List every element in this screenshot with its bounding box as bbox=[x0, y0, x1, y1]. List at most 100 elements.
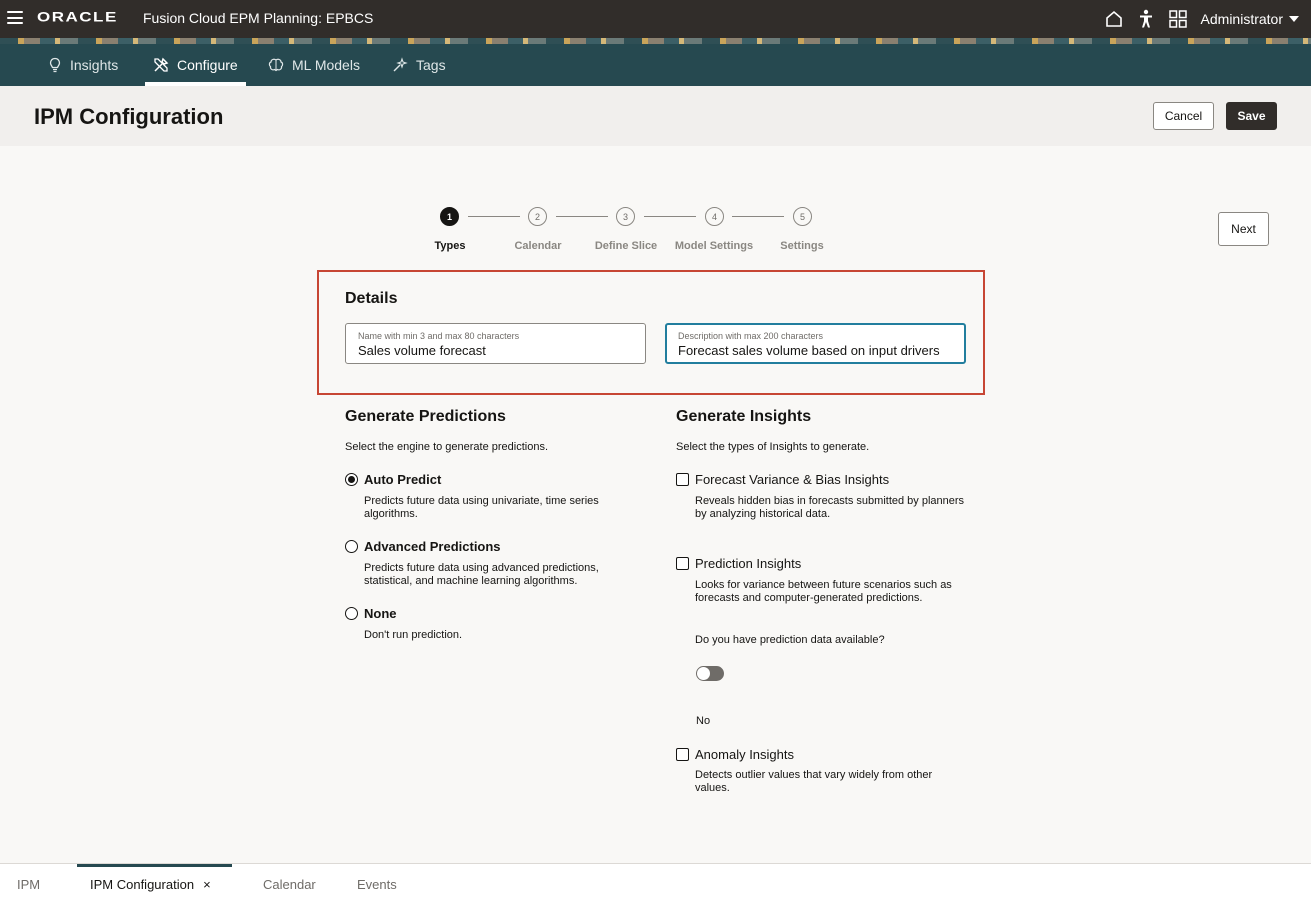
radio-none[interactable]: None bbox=[345, 606, 397, 621]
tab-label: IPM bbox=[17, 877, 41, 892]
page-header: IPM Configuration Cancel Save bbox=[0, 86, 1311, 146]
cancel-button[interactable]: Cancel bbox=[1153, 102, 1214, 130]
insights-heading: Generate Insights bbox=[676, 408, 812, 425]
step-1-label: Types bbox=[434, 240, 466, 252]
bottom-tab-ipm-configuration[interactable]: IPM Configuration × bbox=[90, 864, 211, 905]
tab-tags[interactable]: Tags bbox=[392, 44, 446, 86]
lightbulb-icon bbox=[49, 57, 61, 73]
tools-icon bbox=[154, 57, 169, 72]
page-title: IPM Configuration bbox=[34, 104, 224, 129]
description-field-label: Description with max 200 characters bbox=[678, 331, 824, 341]
tab-label: Events bbox=[357, 877, 397, 892]
description-field[interactable]: Description with max 200 characters Fore… bbox=[665, 323, 966, 364]
radio-button[interactable] bbox=[345, 540, 358, 553]
tab-insights[interactable]: Insights bbox=[48, 44, 118, 86]
radio-button[interactable] bbox=[345, 607, 358, 620]
checkbox-anomaly-insights[interactable]: Anomaly Insights bbox=[676, 747, 794, 762]
user-name: Administrator bbox=[1200, 11, 1283, 27]
radio-auto-predict[interactable]: Auto Predict bbox=[345, 472, 441, 487]
checkbox-label: Forecast Variance & Bias Insights bbox=[695, 472, 890, 487]
prediction-data-question: Do you have prediction data available? bbox=[695, 634, 885, 646]
save-button[interactable]: Save bbox=[1226, 102, 1277, 130]
desc-line: values. bbox=[695, 782, 730, 794]
step-4-label: Model Settings bbox=[674, 240, 754, 252]
tab-label: ML Models bbox=[292, 57, 360, 73]
radio-label: Advanced Predictions bbox=[364, 539, 501, 554]
anomaly-insights-desc: Detects outlier values that vary widely … bbox=[695, 769, 932, 795]
step-4-indicator[interactable]: 4 bbox=[705, 207, 724, 226]
description-field-value: Forecast sales volume based on input dri… bbox=[678, 343, 940, 358]
none-desc: Don't run prediction. bbox=[364, 629, 463, 641]
tab-label: Configure bbox=[177, 57, 238, 73]
desc-line: Predicts future data using univariate, t… bbox=[364, 495, 599, 507]
bottom-tab-events[interactable]: Events bbox=[357, 864, 397, 905]
tab-ml-models[interactable]: ML Models bbox=[268, 44, 360, 86]
radio-label: None bbox=[364, 606, 397, 621]
prediction-insights-desc: Looks for variance between future scenar… bbox=[695, 579, 952, 605]
bottom-tab-calendar[interactable]: Calendar bbox=[263, 864, 316, 905]
radio-label: Auto Predict bbox=[364, 472, 442, 487]
desc-line: by analyzing historical data. bbox=[695, 508, 831, 520]
close-icon[interactable]: × bbox=[203, 877, 211, 892]
desc-line: algorithms. bbox=[364, 508, 418, 520]
step-connector bbox=[556, 216, 608, 217]
tab-label: Calendar bbox=[263, 877, 316, 892]
tab-label: Insights bbox=[70, 57, 119, 73]
name-field-label: Name with min 3 and max 80 characters bbox=[358, 331, 520, 341]
top-icons: Administrator bbox=[1103, 0, 1299, 38]
radio-button[interactable] bbox=[345, 473, 358, 486]
user-menu[interactable]: Administrator bbox=[1201, 11, 1299, 27]
nav-bar: Insights Configure ML Models Tags bbox=[0, 44, 1311, 86]
chevron-down-icon bbox=[1289, 16, 1299, 22]
prediction-data-toggle[interactable] bbox=[696, 666, 724, 681]
next-button[interactable]: Next bbox=[1218, 212, 1269, 246]
desc-line: Predicts future data using advanced pred… bbox=[364, 562, 599, 574]
checkbox-prediction-insights[interactable]: Prediction Insights bbox=[676, 556, 801, 571]
forecast-variance-desc: Reveals hidden bias in forecasts submitt… bbox=[695, 495, 964, 521]
desc-line: Detects outlier values that vary widely … bbox=[695, 769, 933, 781]
tab-label: Tags bbox=[416, 57, 446, 73]
app-title: Fusion Cloud EPM Planning: EPBCS bbox=[143, 10, 374, 26]
home-icon[interactable] bbox=[1103, 8, 1125, 30]
step-5-indicator[interactable]: 5 bbox=[793, 207, 812, 226]
desc-line: forecasts and computer-generated predict… bbox=[695, 592, 923, 604]
step-connector bbox=[468, 216, 520, 217]
step-1-indicator[interactable]: 1 bbox=[440, 207, 459, 226]
insights-intro: Select the types of Insights to generate… bbox=[676, 441, 870, 453]
predictions-heading: Generate Predictions bbox=[345, 408, 506, 425]
oracle-logo: ORACLE bbox=[37, 9, 118, 25]
advanced-predictions-desc: Predicts future data using advanced pred… bbox=[364, 562, 599, 588]
checkbox[interactable] bbox=[676, 557, 689, 570]
radio-advanced-predictions[interactable]: Advanced Predictions bbox=[345, 539, 501, 554]
checkbox-forecast-variance[interactable]: Forecast Variance & Bias Insights bbox=[676, 472, 889, 487]
predictions-intro: Select the engine to generate prediction… bbox=[345, 441, 549, 453]
details-heading: Details bbox=[345, 290, 398, 307]
step-3-label: Define Slice bbox=[594, 240, 658, 252]
desc-line: Looks for variance between future scenar… bbox=[695, 579, 952, 591]
step-5-label: Settings bbox=[780, 240, 824, 252]
checkbox[interactable] bbox=[676, 473, 689, 486]
top-bar: ORACLE Fusion Cloud EPM Planning: EPBCS … bbox=[0, 0, 1311, 38]
desc-line: statistical, and machine learning algori… bbox=[364, 575, 578, 587]
checkbox[interactable] bbox=[676, 748, 689, 761]
name-field-value: Sales volume forecast bbox=[358, 343, 486, 358]
menu-icon[interactable] bbox=[7, 11, 23, 24]
checkbox-label: Prediction Insights bbox=[695, 556, 802, 571]
desc-line: Reveals hidden bias in forecasts submitt… bbox=[695, 495, 965, 507]
apps-grid-icon[interactable] bbox=[1167, 8, 1189, 30]
step-2-label: Calendar bbox=[514, 240, 562, 252]
step-3-indicator[interactable]: 3 bbox=[616, 207, 635, 226]
step-connector bbox=[732, 216, 784, 217]
name-field[interactable]: Name with min 3 and max 80 characters Sa… bbox=[345, 323, 646, 364]
checkbox-label: Anomaly Insights bbox=[695, 747, 794, 762]
accessibility-icon[interactable] bbox=[1135, 8, 1157, 30]
bottom-tab-ipm[interactable]: IPM bbox=[17, 864, 40, 905]
sparkle-icon bbox=[393, 57, 408, 72]
step-connector bbox=[644, 216, 696, 217]
auto-predict-desc: Predicts future data using univariate, t… bbox=[364, 495, 599, 521]
bottom-tab-bar: IPM IPM Configuration × Calendar Events bbox=[0, 863, 1311, 905]
prediction-data-toggle-value: No bbox=[696, 715, 711, 727]
brain-icon bbox=[268, 58, 284, 72]
tab-configure[interactable]: Configure bbox=[145, 44, 246, 86]
step-2-indicator[interactable]: 2 bbox=[528, 207, 547, 226]
